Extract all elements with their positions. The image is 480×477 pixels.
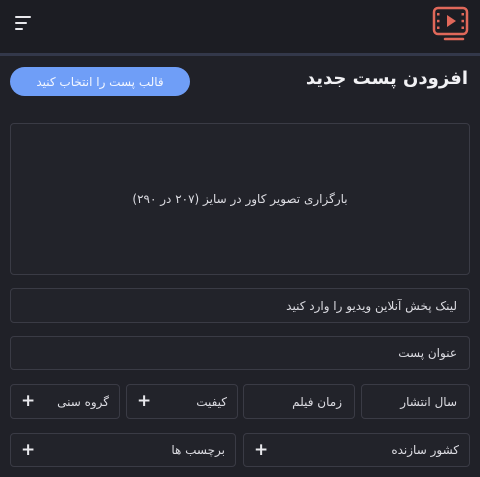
post-title-input[interactable] bbox=[10, 336, 470, 370]
duration-input[interactable] bbox=[243, 384, 355, 419]
age-group-select[interactable]: گروه سنی + bbox=[10, 384, 120, 419]
video-play-icon[interactable] bbox=[431, 5, 471, 45]
country-label: کشور سازنده bbox=[391, 443, 459, 457]
page-title: افزودن پست جدید bbox=[305, 68, 468, 89]
tags-add-icon[interactable]: + bbox=[21, 441, 35, 459]
country-add-icon[interactable]: + bbox=[254, 441, 268, 459]
cover-upload-label: بارگزاری تصویر کاور در سایز (۲۰۷ در ۲۹۰) bbox=[132, 192, 348, 206]
header-divider bbox=[0, 53, 480, 56]
video-link-input[interactable] bbox=[10, 288, 470, 323]
app-header bbox=[0, 0, 480, 53]
quality-add-icon[interactable]: + bbox=[137, 393, 151, 410]
quality-select[interactable]: کیفیت + bbox=[126, 384, 238, 419]
tags-label: برچسب ها bbox=[171, 443, 225, 457]
add-post-page: افزودن پست جدید قالب پست را انتخاب کنید … bbox=[0, 0, 480, 477]
tags-select[interactable]: برچسب ها + bbox=[10, 433, 236, 467]
age-group-add-icon[interactable]: + bbox=[21, 393, 35, 410]
country-select[interactable]: کشور سازنده + bbox=[243, 433, 470, 467]
release-year-input[interactable] bbox=[361, 384, 470, 419]
select-template-button[interactable]: قالب پست را انتخاب کنید bbox=[10, 67, 190, 96]
quality-label: کیفیت bbox=[196, 394, 227, 409]
age-group-label: گروه سنی bbox=[57, 394, 109, 409]
hamburger-menu-icon[interactable] bbox=[14, 14, 34, 32]
cover-upload-area[interactable]: بارگزاری تصویر کاور در سایز (۲۰۷ در ۲۹۰) bbox=[10, 123, 470, 275]
